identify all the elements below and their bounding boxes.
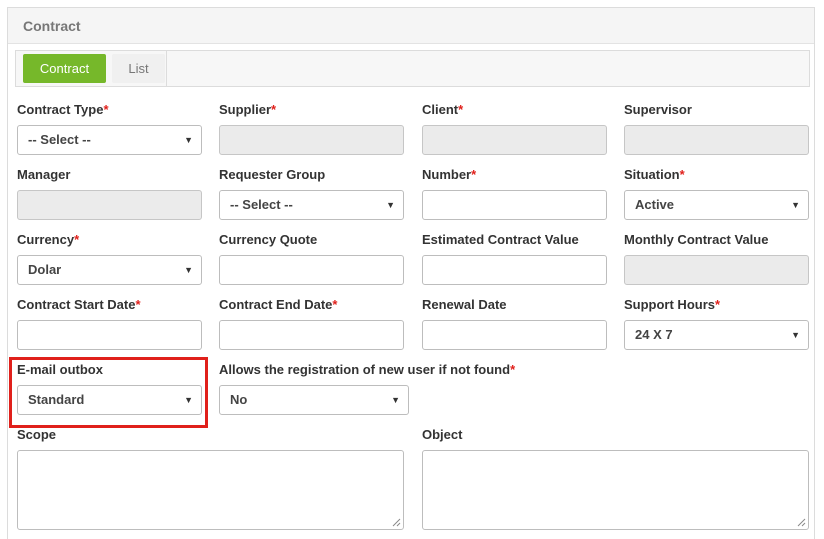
email-outbox-label: E-mail outbox bbox=[17, 362, 103, 377]
panel-title: Contract bbox=[8, 8, 814, 44]
contract-type-label: Contract Type* bbox=[17, 102, 109, 117]
tab-bar: Contract List bbox=[15, 50, 810, 87]
client-field bbox=[422, 125, 607, 155]
tab-list[interactable]: List bbox=[112, 54, 165, 83]
tab-contract[interactable]: Contract bbox=[23, 54, 106, 83]
currency-quote-input[interactable] bbox=[219, 255, 404, 285]
number-label: Number* bbox=[422, 167, 477, 182]
contract-start-date-input[interactable] bbox=[17, 320, 202, 350]
object-textarea[interactable] bbox=[422, 450, 809, 530]
estimated-contract-value-input[interactable] bbox=[422, 255, 607, 285]
chevron-down-icon: ▼ bbox=[184, 135, 193, 145]
supervisor-label: Supervisor bbox=[624, 102, 692, 117]
chevron-down-icon: ▼ bbox=[791, 330, 800, 340]
chevron-down-icon: ▼ bbox=[184, 395, 193, 405]
object-label: Object bbox=[422, 427, 463, 442]
support-hours-select[interactable]: 24 X 7 ▼ bbox=[624, 320, 809, 350]
manager-field bbox=[17, 190, 202, 220]
requester-group-select[interactable]: -- Select -- ▼ bbox=[219, 190, 404, 220]
manager-label: Manager bbox=[17, 167, 71, 182]
email-outbox-select[interactable]: Standard ▼ bbox=[17, 385, 202, 415]
resize-grip-icon[interactable] bbox=[392, 518, 401, 527]
contract-type-select[interactable]: -- Select -- ▼ bbox=[17, 125, 202, 155]
scope-label: Scope bbox=[17, 427, 57, 442]
contract-start-date-label: Contract Start Date* bbox=[17, 297, 141, 312]
currency-label: Currency* bbox=[17, 232, 80, 247]
requester-group-label: Requester Group bbox=[219, 167, 326, 182]
renewal-date-input[interactable] bbox=[422, 320, 607, 350]
estimated-contract-value-label: Estimated Contract Value bbox=[422, 232, 579, 247]
tab-divider bbox=[166, 51, 167, 86]
currency-quote-label: Currency Quote bbox=[219, 232, 318, 247]
supplier-field bbox=[219, 125, 404, 155]
client-label: Client* bbox=[422, 102, 464, 117]
contract-end-date-input[interactable] bbox=[219, 320, 404, 350]
supplier-label: Supplier* bbox=[219, 102, 277, 117]
resize-grip-icon[interactable] bbox=[797, 518, 806, 527]
scope-textarea[interactable] bbox=[17, 450, 404, 530]
allow-registration-label: Allows the registration of new user if n… bbox=[219, 362, 516, 377]
chevron-down-icon: ▼ bbox=[791, 200, 800, 210]
number-input[interactable] bbox=[422, 190, 607, 220]
chevron-down-icon: ▼ bbox=[391, 395, 400, 405]
renewal-date-label: Renewal Date bbox=[422, 297, 507, 312]
situation-label: Situation* bbox=[624, 167, 685, 182]
allow-registration-select[interactable]: No ▼ bbox=[219, 385, 409, 415]
contract-end-date-label: Contract End Date* bbox=[219, 297, 338, 312]
monthly-contract-value-label: Monthly Contract Value bbox=[624, 232, 769, 247]
supervisor-field bbox=[624, 125, 809, 155]
chevron-down-icon: ▼ bbox=[184, 265, 193, 275]
monthly-contract-value-field bbox=[624, 255, 809, 285]
currency-select[interactable]: Dolar ▼ bbox=[17, 255, 202, 285]
support-hours-label: Support Hours* bbox=[624, 297, 721, 312]
chevron-down-icon: ▼ bbox=[386, 200, 395, 210]
situation-select[interactable]: Active ▼ bbox=[624, 190, 809, 220]
